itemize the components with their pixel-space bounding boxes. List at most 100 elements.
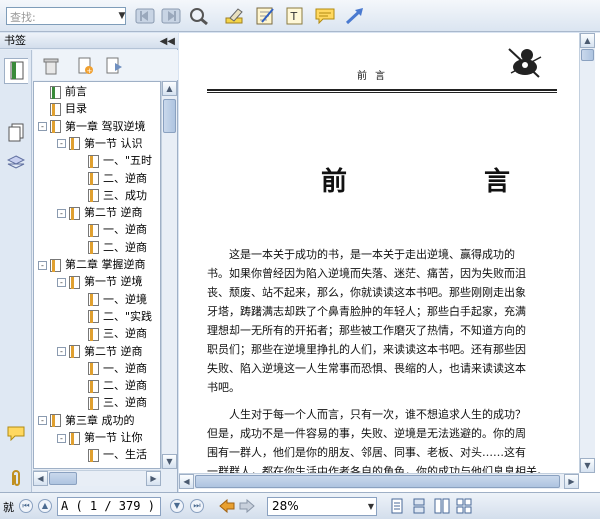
collapse-toggle-icon[interactable]: - (38, 122, 47, 132)
doc-scroll-left-icon[interactable]: ◀ (179, 474, 194, 489)
collapse-toggle-icon[interactable]: - (57, 433, 66, 443)
next-result-icon[interactable] (160, 5, 182, 27)
bookmark-label: 第三章 成功的 (65, 413, 135, 427)
bookmark-item[interactable]: 二、"实践 (76, 309, 152, 325)
doc-scroll-thumb[interactable] (581, 49, 594, 61)
document-page: 前言 前 言 这是一本关于成功的书，是一本关于走出逆境、赢得成功的 书。如果你曾经… (179, 33, 579, 473)
zoom-value: 28% (272, 499, 299, 513)
bookmark-label: 二、逆商 (103, 171, 147, 185)
document-hscroll[interactable]: ◀ ▶ (179, 473, 579, 489)
bookmark-label: 第一章 驾驭逆境 (65, 119, 146, 133)
zoom-dropdown-icon[interactable]: ▼ (368, 498, 374, 515)
bookmark-item[interactable]: 三、成功 (76, 188, 147, 204)
bookmark-page-icon (69, 137, 80, 151)
back-arrow-icon[interactable] (219, 498, 235, 516)
scroll-down-icon[interactable]: ▼ (162, 454, 177, 469)
bookmark-label: 第一节 让你 (84, 431, 143, 444)
collapse-toggle-icon[interactable]: - (38, 416, 47, 426)
tab-attachments[interactable] (4, 465, 28, 491)
status-label: 就 (3, 501, 14, 514)
highlighter-icon[interactable] (224, 5, 246, 27)
status-bar: 就 ⏮ ▲ A ( 1 / 379 ) ▼ ⏭ 28% ▼ (0, 492, 600, 519)
bookmark-item[interactable]: 前言 (38, 84, 87, 100)
bookmark-item[interactable]: 目录 (38, 101, 87, 117)
bookmark-page-icon (88, 189, 99, 203)
last-page-icon[interactable]: ⏭ (190, 499, 204, 513)
bookmark-label: 二、逆商 (103, 379, 147, 393)
tree-scroll-thumb[interactable] (163, 99, 176, 133)
bookmark-item[interactable]: - 第一节 逆境 (57, 274, 143, 290)
comment-icon[interactable] (314, 5, 336, 27)
search-input[interactable]: 查找: (6, 7, 126, 25)
bookmark-item[interactable]: - 第一章 驾驭逆境 (38, 119, 146, 135)
zoom-select[interactable]: 28% ▼ (267, 497, 377, 516)
delete-bookmark-icon[interactable] (43, 57, 59, 78)
text-line: 书吧。 (207, 381, 240, 394)
next-page-icon[interactable]: ▼ (170, 499, 184, 513)
text-tool-icon[interactable]: T (284, 5, 306, 27)
tab-pages[interactable] (4, 120, 28, 146)
side-tabs (0, 50, 32, 492)
add-bookmark-icon[interactable]: + (77, 57, 93, 78)
tree-hscroll-thumb[interactable] (49, 472, 77, 485)
bookmark-item[interactable]: 二、逆商 (76, 240, 147, 256)
bookmark-item[interactable]: - 第一节 认识 (57, 136, 143, 152)
bookmark-item[interactable]: 二、逆商 (76, 378, 147, 394)
collapse-toggle-icon[interactable]: - (57, 208, 66, 218)
bookmark-item[interactable]: 一、"五时 (76, 153, 152, 169)
panel-title: 书签 (4, 34, 26, 47)
arrow-tool-icon[interactable] (344, 5, 366, 27)
pen-figure-illustration (508, 48, 542, 78)
forward-arrow-icon[interactable] (239, 498, 255, 516)
collapse-toggle-icon[interactable]: - (38, 260, 47, 270)
bookmark-page-icon (88, 172, 99, 185)
collapse-toggle-icon[interactable]: - (57, 277, 66, 287)
bookmark-item[interactable]: 二、逆商 (76, 171, 147, 187)
collapse-panel-icon[interactable]: ◀◀ (160, 34, 175, 50)
bookmark-page-icon (50, 102, 61, 116)
bookmark-item[interactable]: - 第二章 掌握逆商 (38, 257, 146, 273)
collapse-toggle-icon[interactable]: - (57, 347, 66, 356)
bookmark-label: 一、逆商 (103, 361, 147, 375)
doc-hscroll-thumb[interactable] (195, 475, 560, 488)
first-page-icon[interactable]: ⏮ (19, 499, 33, 513)
goto-bookmark-icon[interactable] (105, 57, 123, 78)
doc-scroll-right-icon[interactable]: ▶ (564, 474, 579, 489)
tab-comments[interactable] (4, 420, 28, 446)
bookmark-item[interactable]: - 第二节 逆商 (57, 344, 143, 360)
bookmark-item[interactable]: - 第一节 让你 (57, 430, 143, 446)
document-vscroll[interactable]: ▲ ▼ (579, 33, 595, 473)
bookmark-label: 目录 (65, 102, 87, 116)
tab-layers[interactable] (4, 150, 28, 176)
prev-page-icon[interactable]: ▲ (38, 499, 52, 513)
text-line: 书。如果你曾经因为陷入逆境而失落、迷茫、痛苦，因为失败而沮 (207, 267, 526, 280)
bookmark-item[interactable]: 三、逆商 (76, 395, 147, 411)
scroll-right-icon[interactable]: ▶ (146, 471, 161, 486)
scroll-up-icon[interactable]: ▲ (162, 81, 177, 96)
continuous-facing-view-icon[interactable] (456, 498, 472, 514)
tree-vscroll[interactable]: ▲ ▼ (161, 81, 177, 469)
bookmark-item[interactable]: 一、逆商 (76, 361, 147, 377)
continuous-view-icon[interactable] (412, 498, 428, 514)
bookmark-item[interactable]: - 第二节 逆商 (57, 205, 143, 221)
facing-view-icon[interactable] (434, 498, 450, 514)
doc-scroll-down-icon[interactable]: ▼ (580, 458, 595, 473)
tab-bookmarks[interactable] (4, 58, 28, 84)
bookmark-item[interactable]: 一、逆境 (76, 292, 147, 308)
notepad-icon[interactable] (254, 5, 276, 27)
prev-result-icon[interactable] (134, 5, 156, 27)
bookmark-item[interactable]: - 第三章 成功的 (38, 413, 135, 429)
advanced-search-icon[interactable] (188, 5, 210, 27)
bookmark-item[interactable]: 一、逆商 (76, 222, 147, 238)
collapse-toggle-icon[interactable]: - (57, 139, 66, 149)
bookmark-item[interactable]: 一、生活 (76, 447, 147, 463)
bookmark-item[interactable]: 三、逆商 (76, 326, 147, 342)
pages-tab-icon (8, 123, 24, 142)
scroll-left-icon[interactable]: ◀ (33, 471, 48, 486)
doc-scroll-up-icon[interactable]: ▲ (580, 33, 595, 48)
page-number-field[interactable]: A ( 1 / 379 ) (57, 497, 161, 516)
search-dropdown-icon[interactable]: ▼ (116, 8, 128, 24)
tree-hscroll[interactable]: ◀ ▶ (33, 470, 161, 486)
bookmark-label: 一、逆境 (103, 292, 147, 306)
single-page-view-icon[interactable] (390, 498, 406, 514)
